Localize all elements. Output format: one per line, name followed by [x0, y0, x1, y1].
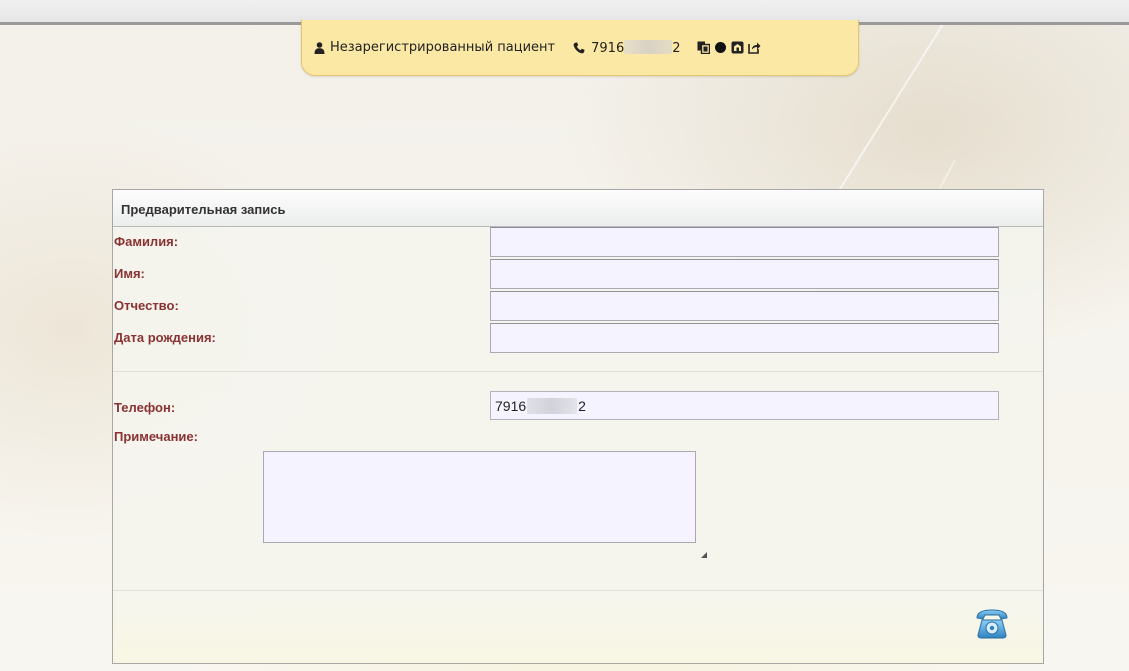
phone-redaction — [527, 397, 578, 414]
forward-icon[interactable] — [747, 41, 761, 54]
middle-name-input[interactable] — [490, 291, 999, 321]
phone-input-suffix: 2 — [578, 397, 586, 414]
telephone-icon[interactable] — [974, 607, 1010, 639]
user-icon — [314, 41, 325, 54]
section-divider — [113, 371, 1043, 372]
copy-icon[interactable] — [697, 41, 710, 54]
pre-registration-panel: Предварительная запись Фамилия: Имя: Отч… — [112, 189, 1044, 664]
patient-info-bar: Незарегистрированный пациент 7916 2 — [301, 20, 859, 76]
patient-phone-suffix: 2 — [672, 40, 681, 56]
resize-grip-icon[interactable] — [701, 552, 707, 558]
panel-footer — [113, 590, 1043, 663]
patient-name: Незарегистрированный пациент — [330, 40, 556, 55]
note-textarea[interactable] — [263, 451, 696, 543]
phone-label: Телефон: — [114, 400, 176, 415]
phone-input-prefix: 7916 — [495, 397, 527, 414]
record-icon[interactable] — [714, 41, 727, 54]
note-label: Примечание: — [114, 429, 198, 444]
patient-phone-prefix: 7916 — [591, 40, 625, 56]
panel-title: Предварительная запись — [113, 190, 1043, 227]
phone-icon — [573, 42, 585, 53]
last-name-input[interactable] — [490, 227, 999, 257]
card-icon[interactable] — [731, 41, 744, 54]
last-name-label: Фамилия: — [114, 234, 179, 249]
birth-date-input[interactable] — [490, 323, 999, 353]
first-name-label: Имя: — [114, 266, 145, 281]
footer-divider — [113, 590, 1043, 591]
middle-name-label: Отчество: — [114, 298, 179, 313]
birth-date-label: Дата рождения: — [114, 330, 216, 345]
phone-redaction — [624, 39, 673, 54]
first-name-input[interactable] — [490, 259, 999, 289]
patient-phone: 7916 2 — [591, 39, 681, 56]
phone-input[interactable]: 7916 2 — [490, 391, 999, 420]
patient-actions — [697, 41, 761, 54]
